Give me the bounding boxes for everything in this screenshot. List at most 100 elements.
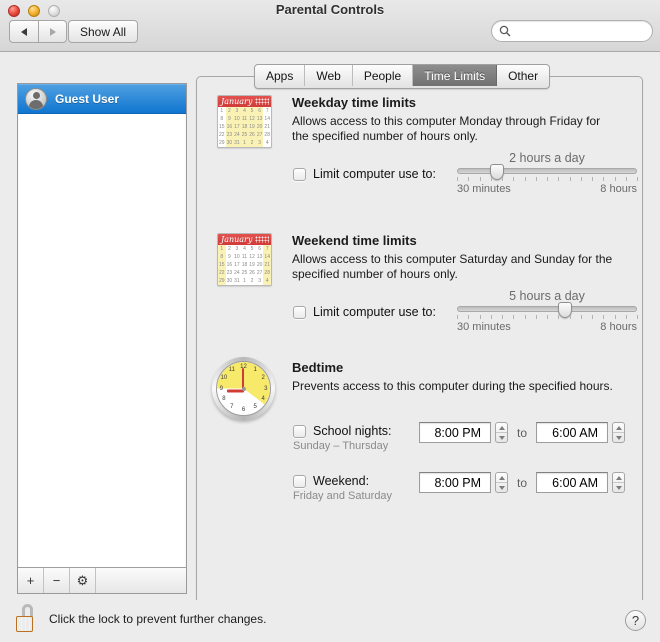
weekend-limit-label: Limit computer use to: [313,305,436,319]
weekend-section: January 1234567 8 9 10 11 12 13 14 15 16 17 18 19 2… [197,233,642,343]
school-nights-to-label: to [517,425,528,440]
search-icon [499,25,511,37]
weekday-slider-max-label: 8 hours [600,183,637,195]
bedtime-weekend-from-stepper[interactable] [495,472,508,493]
window-titlebar: Parental Controls Show All [0,0,660,52]
window-footer: Click the lock to prevent further change… [0,600,660,642]
help-button[interactable]: ? [625,610,646,631]
stepper-down-icon [615,435,622,440]
plus-icon: + [26,573,35,588]
tab-label: Apps [266,68,294,83]
tab-apps[interactable]: Apps [255,65,306,86]
weekday-title: Weekday time limits [292,95,417,110]
tab-label: Time Limits [424,68,486,83]
show-all-label: Show All [80,24,127,39]
sidebar-toolbar-filler [96,568,186,593]
clock-center-pin [241,386,246,391]
bedtime-weekend-to-label: to [517,475,528,490]
calendar-rings-icon [255,98,269,105]
navigation-buttons [9,20,67,43]
tab-other[interactable]: Other [497,65,549,86]
school-nights-time-row: 8:00 PM to 6:00 AM [419,422,626,443]
school-nights-checkbox-row[interactable]: School nights: [293,424,392,438]
weekday-description: Allows access to this computer Monday th… [292,114,601,143]
action-menu-button[interactable]: ⚙ [70,568,96,593]
bedtime-weekend-to-stepper[interactable] [612,472,626,493]
time-limits-panel: January 1234567 8 9 10 11 12 13 14 15 16 17 18 19 2… [196,76,643,630]
weekday-calendar-icon: January 1234567 8 9 10 11 12 13 14 15 16 17 18 19 2… [217,95,272,148]
chevron-right-icon [49,27,56,36]
content-area: Guest User + − ⚙ January 1 2 3 4 5 6 7 8… [0,52,660,630]
school-nights-from-stepper[interactable] [495,422,508,443]
bedtime-weekend-from-field[interactable]: 8:00 PM [419,472,491,493]
weekday-slider-track[interactable] [457,164,637,180]
clock-hour-hand [226,389,244,392]
school-nights-from-field[interactable]: 8:00 PM [419,422,491,443]
calendar-month-label: January [221,97,253,106]
school-nights-checkbox[interactable] [293,424,306,438]
weekday-slider-group: 2 hours a day 30 minutes 8 hours [457,151,638,195]
school-nights-to-stepper[interactable] [612,422,626,443]
bedtime-weekend-label: Weekend: [313,474,370,488]
gear-icon: ⚙ [76,572,89,588]
search-input[interactable] [515,23,649,39]
weekday-slider-value: 2 hours a day [509,151,585,165]
weekend-slider-group: 5 hours a day 30 minutes 8 hours [457,289,638,333]
window-title: Parental Controls [275,2,385,17]
tab-label: Other [508,68,539,83]
lock-open-icon[interactable] [16,604,38,634]
sidebar-toolbar: + − ⚙ [18,567,186,593]
weekend-title: Weekend time limits [292,233,417,248]
stepper-down-icon [615,485,622,490]
tab-web[interactable]: Web [305,65,353,86]
user-list-sidebar: Guest User + − ⚙ [17,83,187,594]
stepper-up-icon [615,475,622,480]
weekday-section: January 1234567 8 9 10 11 12 13 14 15 16 17 18 19 2… [197,95,642,205]
bedtime-title: Bedtime [292,360,344,375]
stepper-up-icon [615,425,622,430]
weekend-limit-checkbox-row[interactable]: Limit computer use to: [293,305,436,319]
bedtime-clock-icon: 12 1 2 3 4 5 6 7 8 9 10 11 [212,357,275,420]
back-button[interactable] [9,20,38,43]
remove-user-button[interactable]: − [44,568,70,593]
tab-label: Web [316,68,341,83]
stepper-up-icon [498,425,505,430]
calendar-rings-icon [255,236,269,243]
school-nights-to-field[interactable]: 6:00 AM [536,422,609,443]
bedtime-weekend-checkbox[interactable] [293,474,306,488]
add-user-button[interactable]: + [18,568,44,593]
stepper-up-icon [498,475,505,480]
lock-row: Click the lock to prevent further change… [16,604,266,634]
sidebar-item-guest-user[interactable]: Guest User [18,84,186,114]
school-nights-label: School nights: [313,424,392,438]
lock-body [16,616,33,632]
bedtime-weekend-time-row: 8:00 PM to 6:00 AM [419,472,626,493]
weekend-slider-max-label: 8 hours [600,321,637,333]
settings-tab-bar: Apps Web People Time Limits Other [254,64,551,89]
tab-time-limits[interactable]: Time Limits [413,65,498,86]
weekday-slider-ticks [457,177,638,182]
weekday-limit-checkbox-row[interactable]: Limit computer use to: [293,167,436,181]
question-mark-icon: ? [631,613,640,628]
weekday-limit-checkbox[interactable] [293,167,306,181]
weekday-slider-min-label: 30 minutes [457,183,511,195]
bedtime-weekend-to-field[interactable]: 6:00 AM [536,472,609,493]
tab-people[interactable]: People [353,65,414,86]
bedtime-description: Prevents access to this computer during … [292,379,613,393]
weekend-calendar-grid: 1234567 8 9 10 11 12 13 14 15 16 17 18 19 20 21 22 23… [218,245,271,285]
show-all-button[interactable]: Show All [68,20,139,43]
chevron-left-icon [21,27,27,36]
bedtime-weekend-checkbox-row[interactable]: Weekend: [293,474,392,488]
weekend-slider-value: 5 hours a day [509,289,585,303]
forward-button[interactable] [38,20,67,43]
weekend-slider-track[interactable] [457,302,637,318]
weekend-limit-checkbox[interactable] [293,305,306,319]
calendar-month-label: January [221,235,253,244]
stepper-down-icon [498,435,505,440]
search-field[interactable] [491,20,653,42]
weekday-calendar-grid: 1234567 8 9 10 11 12 13 14 15 16 17 18 19 20 21 22 23… [219,107,270,147]
lock-status-text: Click the lock to prevent further change… [49,612,267,626]
school-nights-sub-label: Sunday – Thursday [293,440,389,452]
weekend-description: Allows access to this computer Saturday … [292,252,613,281]
tab-label: People [363,68,402,83]
